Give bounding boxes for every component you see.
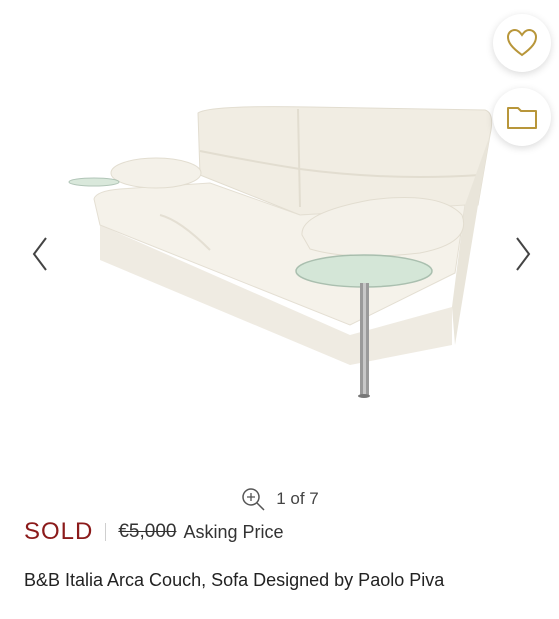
zoom-in-icon[interactable] xyxy=(240,486,266,512)
price-divider xyxy=(105,523,107,541)
next-image-button[interactable] xyxy=(507,232,537,276)
image-counter-text: 1 of 7 xyxy=(276,489,319,508)
asking-price: €5,000 xyxy=(118,521,177,542)
product-image[interactable] xyxy=(60,95,510,415)
chevron-right-icon xyxy=(516,237,531,271)
price-row: SOLD €5,000 Asking Price xyxy=(24,518,284,546)
favorite-button[interactable] xyxy=(493,14,551,72)
previous-image-button[interactable] xyxy=(26,232,56,276)
image-counter: 1 of 7 xyxy=(0,486,559,512)
save-to-folder-button[interactable] xyxy=(493,88,551,146)
asking-price-label: Asking Price xyxy=(183,521,284,542)
product-title: B&B Italia Arca Couch, Sofa Designed by … xyxy=(24,570,445,590)
image-gallery xyxy=(0,0,559,470)
folder-icon xyxy=(507,107,537,129)
heart-outline-icon xyxy=(506,28,538,57)
chevron-left-icon xyxy=(32,237,47,271)
sold-badge: SOLD xyxy=(24,518,94,545)
